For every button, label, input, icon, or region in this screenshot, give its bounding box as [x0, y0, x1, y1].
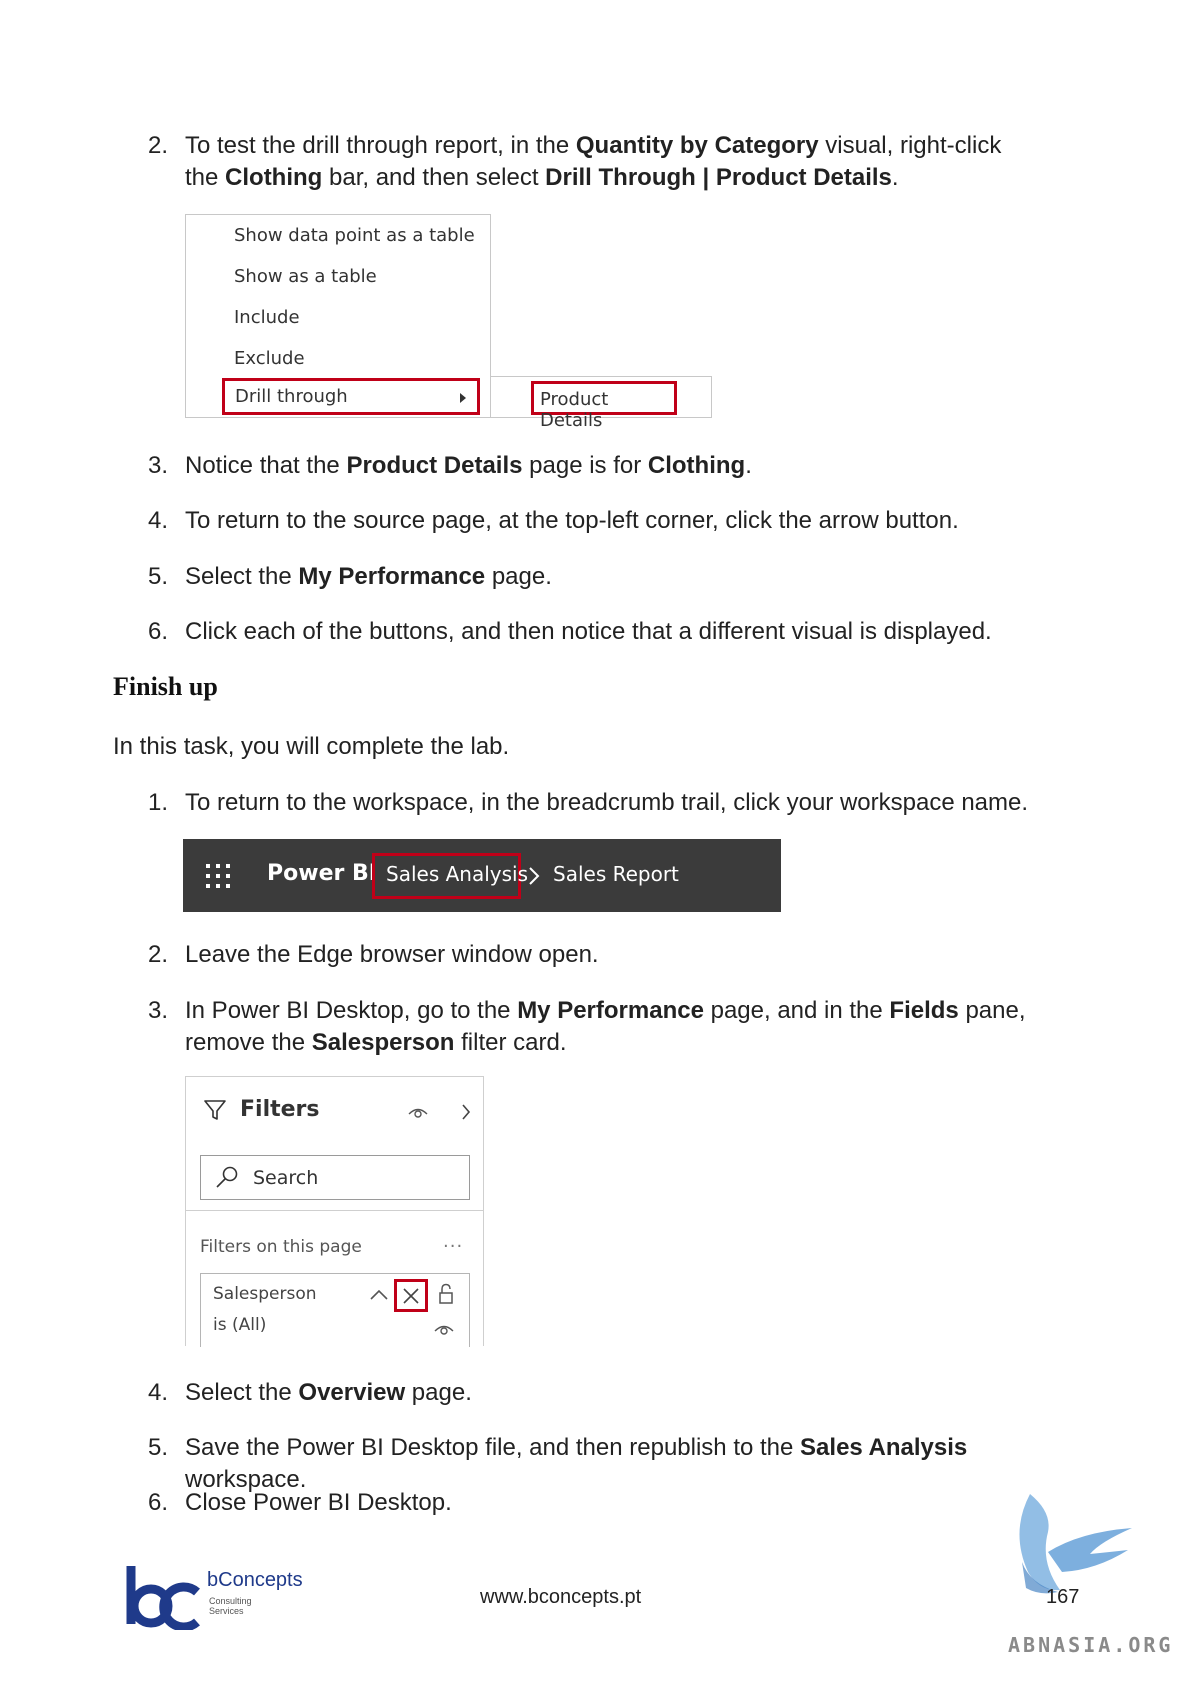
text-run: Save the Power BI Desktop file, and then…	[185, 1434, 801, 1461]
text-run: page.	[485, 563, 552, 590]
close-icon[interactable]	[402, 1287, 420, 1305]
menu-item-include[interactable]: Include	[234, 307, 300, 328]
bold-term: Drill Through | Product Details	[545, 164, 892, 191]
bc-logo-icon	[126, 1566, 200, 1630]
chevron-up-icon[interactable]	[370, 1289, 388, 1300]
step-number: 4.	[148, 507, 169, 534]
step-text: Leave the Edge browser window open.	[185, 941, 599, 968]
text-run: In Power BI Desktop, go to the	[185, 997, 518, 1024]
breadcrumb-bar: Power BI Sales Analysis Sales Report	[183, 839, 781, 912]
step-number: 2.	[148, 941, 169, 968]
text-run: pane,	[958, 997, 1026, 1024]
step-text: Select the Overview page.	[185, 1377, 1085, 1409]
watermark: ABNASIA.ORG	[1008, 1633, 1174, 1657]
step-text: Notice that the Product Details page is …	[185, 450, 1085, 482]
drill-through-highlight[interactable]: Drill through	[222, 378, 480, 415]
step-number: 6.	[148, 618, 169, 645]
brand-sub-2: Services	[209, 1606, 244, 1616]
step-number: 6.	[148, 1489, 169, 1516]
eye-icon[interactable]	[434, 1322, 454, 1336]
app-name[interactable]: Power BI	[267, 861, 377, 886]
text-run: .	[891, 164, 899, 191]
eye-icon[interactable]	[408, 1105, 428, 1119]
brand-logo: bConcepts Consulting Services	[125, 1564, 315, 1634]
filter-card-value: is (All)	[213, 1315, 267, 1335]
drill-through-submenu: Product Details	[490, 376, 712, 431]
text-run: Select the	[185, 563, 299, 590]
breadcrumb-report[interactable]: Sales Report	[553, 862, 679, 886]
more-options-icon[interactable]: ...	[443, 1231, 463, 1252]
text-run: remove the	[185, 1029, 312, 1056]
menu-item-show-data-point[interactable]: Show data point as a table	[234, 225, 475, 246]
brand-name: bConcepts	[207, 1569, 303, 1591]
step-text: Select the My Performance page.	[185, 561, 1085, 593]
page-number: 167	[1046, 1586, 1080, 1608]
bold-term: Salesperson	[311, 1029, 455, 1056]
step-number: 3.	[148, 452, 169, 479]
menu-item-drill-through: Drill through	[235, 386, 348, 407]
filters-section-label: Filters on this page	[200, 1237, 362, 1257]
step-text: Click each of the buttons, and then noti…	[185, 618, 992, 645]
step-text: To return to the workspace, in the bread…	[185, 789, 1029, 816]
step-text: To test the drill through report, in the…	[185, 130, 1085, 194]
search-placeholder: Search	[253, 1167, 319, 1189]
intro-paragraph: In this task, you will complete the lab.	[113, 733, 510, 760]
breadcrumb-workspace[interactable]: Sales Analysis	[386, 862, 528, 886]
text-run: the	[185, 164, 226, 191]
text-run: Select the	[185, 1379, 299, 1406]
text-run: bar, and then select	[322, 164, 546, 191]
search-icon	[216, 1166, 238, 1188]
chevron-right-icon[interactable]	[461, 1103, 471, 1121]
filter-card-field: Salesperson	[213, 1284, 317, 1304]
text-run: filter card.	[454, 1029, 567, 1056]
filters-title: Filters	[240, 1097, 320, 1122]
divider	[186, 1210, 483, 1211]
step-number: 3.	[148, 997, 169, 1024]
bold-term: My Performance	[517, 997, 704, 1024]
step-text: To return to the source page, at the top…	[185, 507, 959, 534]
filter-icon	[204, 1100, 226, 1120]
bold-term: Fields	[889, 997, 959, 1024]
bold-term: Clothing	[647, 452, 746, 479]
app-launcher-icon[interactable]	[205, 863, 231, 889]
step-number: 2.	[148, 132, 169, 159]
submenu-item-product-details: Product Details	[540, 389, 609, 431]
menu-item-exclude[interactable]: Exclude	[234, 348, 305, 369]
footer-url[interactable]: www.bconcepts.pt	[480, 1586, 641, 1609]
step-number: 5.	[148, 1434, 169, 1461]
brand-sub-1: Consulting	[209, 1596, 252, 1606]
bold-term: Product Details	[346, 452, 523, 479]
menu-item-show-as-table[interactable]: Show as a table	[234, 266, 377, 287]
text-run: page.	[405, 1379, 472, 1406]
step-number: 1.	[148, 789, 169, 816]
text-run: page is for	[522, 452, 648, 479]
text-run: .	[745, 452, 752, 479]
lock-icon[interactable]	[438, 1283, 454, 1305]
search-input[interactable]: Search	[200, 1155, 470, 1200]
step-text: In Power BI Desktop, go to the My Perfor…	[185, 995, 1085, 1059]
text-run: visual, right-click	[818, 132, 1002, 159]
text-run: To test the drill through report, in the	[185, 132, 576, 159]
text-run: Notice that the	[185, 452, 347, 479]
bold-term: Clothing	[225, 164, 323, 191]
step-number: 5.	[148, 563, 169, 590]
bold-term: Overview	[298, 1379, 406, 1406]
chevron-right-icon	[460, 393, 466, 403]
context-menu: Show data point as a table Show as a tab…	[185, 214, 491, 418]
bold-term: Quantity by Category	[575, 132, 819, 159]
filter-card[interactable]: Salesperson is (All)	[200, 1273, 470, 1347]
section-heading: Finish up	[113, 672, 218, 701]
bold-term: Sales Analysis	[800, 1434, 968, 1461]
text-run: page, and in the	[703, 997, 890, 1024]
bold-term: My Performance	[298, 563, 486, 590]
chevron-right-icon	[529, 867, 540, 885]
filters-pane: Filters Search Filters on this page ... …	[185, 1076, 484, 1347]
step-text: Close Power BI Desktop.	[185, 1489, 452, 1516]
product-details-highlight[interactable]: Product Details	[531, 381, 677, 431]
step-number: 4.	[148, 1379, 169, 1406]
